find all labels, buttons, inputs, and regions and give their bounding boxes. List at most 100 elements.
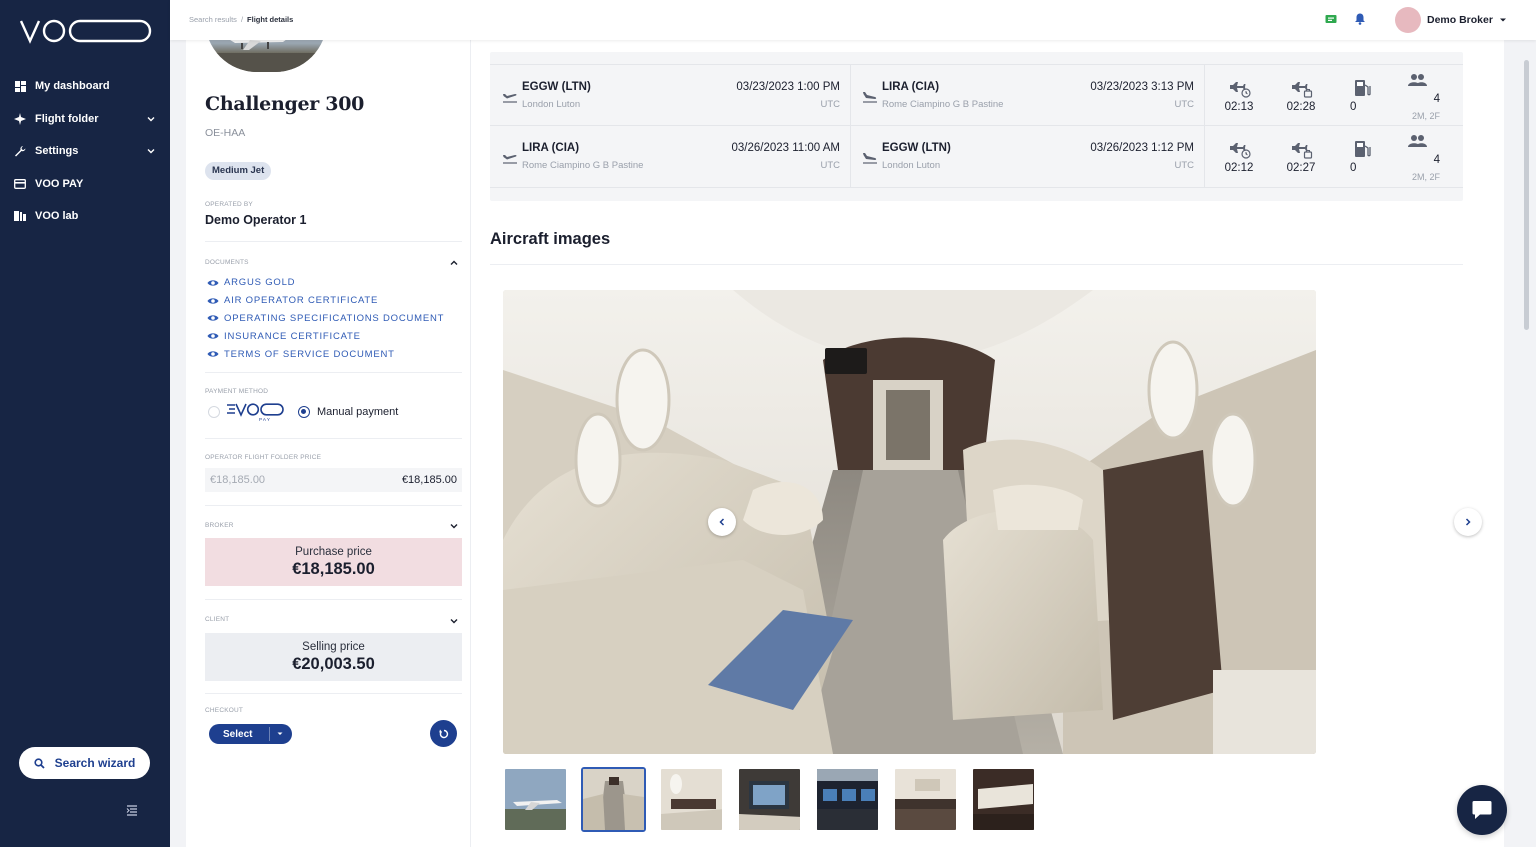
arrival-segment: EGGW (LTN) London Luton 03/26/2023 1:12 … — [850, 126, 1204, 188]
checkout-label: CHECKOUT — [205, 707, 244, 714]
caret-down-icon — [277, 732, 283, 735]
itinerary-row: LIRA (CIA) Rome Ciampino G B Pastine 03/… — [490, 126, 1463, 188]
purchase-price-box: Purchase price €18,185.00 — [205, 538, 462, 586]
sidebar-item-dashboard[interactable]: My dashboard — [0, 70, 170, 103]
broker-label: BROKER — [205, 522, 234, 529]
voo-logo[interactable] — [20, 18, 152, 44]
document-label: AIR OPERATOR CERTIFICATE — [224, 295, 379, 307]
gallery-next-button[interactable] — [1454, 508, 1482, 536]
caret-down-icon — [1499, 18, 1506, 22]
departure-time: 03/26/2023 11:00 AM — [731, 142, 841, 154]
document-link-insurance-certificate[interactable]: INSURANCE CERTIFICATE — [207, 327, 444, 345]
divider — [205, 505, 462, 506]
breadcrumb-search-results[interactable]: Search results — [189, 15, 237, 24]
checkout-select-button[interactable]: Select — [209, 724, 292, 744]
sidebar-nav: My dashboard Flight folder Settings VOO … — [0, 70, 170, 233]
payment-method-group: PAY Manual payment — [208, 402, 398, 422]
sidebar-item-label: VOO PAY — [35, 177, 84, 190]
divider — [490, 264, 1463, 265]
arrival-time: 03/23/2023 3:13 PM — [1090, 81, 1194, 93]
aircraft-image-main[interactable] — [503, 290, 1316, 754]
operator-price-placeholder: €18,185.00 — [210, 474, 266, 486]
document-link-terms-of-service[interactable]: TERMS OF SERVICE DOCUMENT — [207, 345, 444, 363]
arrival-time: 03/26/2023 1:12 PM — [1090, 142, 1194, 154]
avatar — [1395, 7, 1421, 33]
thumbnail-4[interactable] — [737, 767, 802, 832]
chevron-down-icon[interactable] — [449, 521, 459, 531]
passenger-count: 4 — [1433, 154, 1440, 166]
departure-segment: LIRA (CIA) Rome Ciampino G B Pastine 03/… — [490, 126, 850, 188]
takeoff-icon — [503, 93, 517, 103]
takeoff-icon — [503, 154, 517, 164]
operator-name: Demo Operator 1 — [205, 213, 307, 227]
gallery-prev-button[interactable] — [708, 508, 736, 536]
divider — [205, 599, 462, 600]
selling-price-label: Selling price — [302, 640, 365, 653]
document-label: INSURANCE CERTIFICATE — [224, 330, 361, 342]
thumbnail-2[interactable] — [581, 767, 646, 832]
thumbnail-5[interactable] — [815, 767, 880, 832]
thumbnail-3[interactable] — [659, 767, 724, 832]
notification-bell-icon[interactable] — [1353, 12, 1367, 26]
arrival-timezone: UTC — [1174, 99, 1194, 110]
operator-price-field[interactable]: €18,185.00 €18,185.00 — [205, 468, 462, 492]
chevron-down-icon[interactable] — [449, 616, 459, 626]
fuel-stops-stat: 0 — [1336, 65, 1386, 127]
departure-segment: EGGW (LTN) London Luton 03/23/2023 1:00 … — [490, 65, 850, 127]
document-label: TERMS OF SERVICE DOCUMENT — [224, 348, 395, 360]
block-time-stat: 02:27 — [1276, 126, 1326, 188]
sidebar-item-voo-lab[interactable]: VOO lab — [0, 200, 170, 233]
sidebar-item-label: VOO lab — [35, 210, 79, 223]
fuel-stops-value: 0 — [1350, 162, 1357, 174]
aircraft-registration: OE-HAA — [205, 127, 246, 139]
document-link-operating-specifications[interactable]: OPERATING SPECIFICATIONS DOCUMENT — [207, 310, 444, 328]
flight-time-stat: 02:12 — [1214, 126, 1264, 188]
fuel-icon — [1355, 80, 1371, 96]
flight-time-value: 02:13 — [1224, 101, 1254, 113]
document-label: OPERATING SPECIFICATIONS DOCUMENT — [224, 312, 445, 324]
chat-support-button[interactable] — [1457, 785, 1507, 835]
user-menu[interactable]: Demo Broker — [1395, 6, 1507, 34]
landing-icon — [863, 92, 877, 103]
sidebar-item-flight-folder[interactable]: Flight folder — [0, 103, 170, 136]
document-label: ARGUS GOLD — [224, 277, 296, 289]
passengers-icon — [1408, 74, 1427, 86]
search-wizard-button[interactable]: Search wizard — [19, 747, 150, 779]
arrival-city: Rome Ciampino G B Pastine — [882, 99, 1004, 110]
operator-price-label: OPERATOR FLIGHT FOLDER PRICE — [205, 454, 322, 461]
divider — [205, 438, 462, 439]
user-name: Demo Broker — [1427, 14, 1493, 26]
voo-pay-radio[interactable] — [208, 406, 220, 418]
sidebar-item-settings[interactable]: Settings — [0, 135, 170, 168]
page-scrollbar-thumb[interactable] — [1524, 60, 1529, 330]
thumbnail-7[interactable] — [971, 767, 1036, 832]
breadcrumb-current: Flight details — [247, 15, 294, 24]
flight-time-stat: 02:13 — [1214, 65, 1264, 127]
flight-details-card: Challenger 300 OE-HAA Medium Jet OPERATE… — [186, 20, 1504, 847]
select-label: Select — [223, 728, 253, 740]
departure-timezone: UTC — [820, 99, 840, 110]
refresh-button[interactable] — [430, 720, 457, 747]
thumbnail-1[interactable] — [503, 767, 568, 832]
fuel-stops-stat: 0 — [1336, 126, 1386, 188]
arrival-code: EGGW (LTN) — [882, 142, 951, 154]
breadcrumb: Search results / Flight details — [189, 15, 294, 24]
fuel-icon — [1355, 141, 1371, 157]
passengers-stat: 4 2M, 2F — [1396, 65, 1446, 127]
manual-payment-radio[interactable] — [298, 406, 310, 418]
purchase-price-label: Purchase price — [295, 545, 372, 558]
flight-icon — [14, 112, 26, 125]
passenger-breakdown: 2M, 2F — [1411, 172, 1440, 182]
chevron-up-icon[interactable] — [449, 258, 459, 268]
thumbnail-6[interactable] — [893, 767, 958, 832]
document-link-air-operator-certificate[interactable]: AIR OPERATOR CERTIFICATE — [207, 292, 444, 310]
departure-city: Rome Ciampino G B Pastine — [522, 160, 644, 171]
wallet-icon[interactable] — [1324, 12, 1338, 26]
sidebar-item-voo-pay[interactable]: VOO PAY — [0, 168, 170, 201]
flight-time-icon — [1230, 82, 1251, 98]
document-link-argus-gold[interactable]: ARGUS GOLD — [207, 274, 444, 292]
payment-method-label: PAYMENT METHOD — [205, 388, 269, 395]
collapse-sidebar-icon[interactable] — [125, 803, 139, 817]
purchase-price-value: €18,185.00 — [292, 559, 375, 578]
eye-icon — [207, 280, 219, 286]
